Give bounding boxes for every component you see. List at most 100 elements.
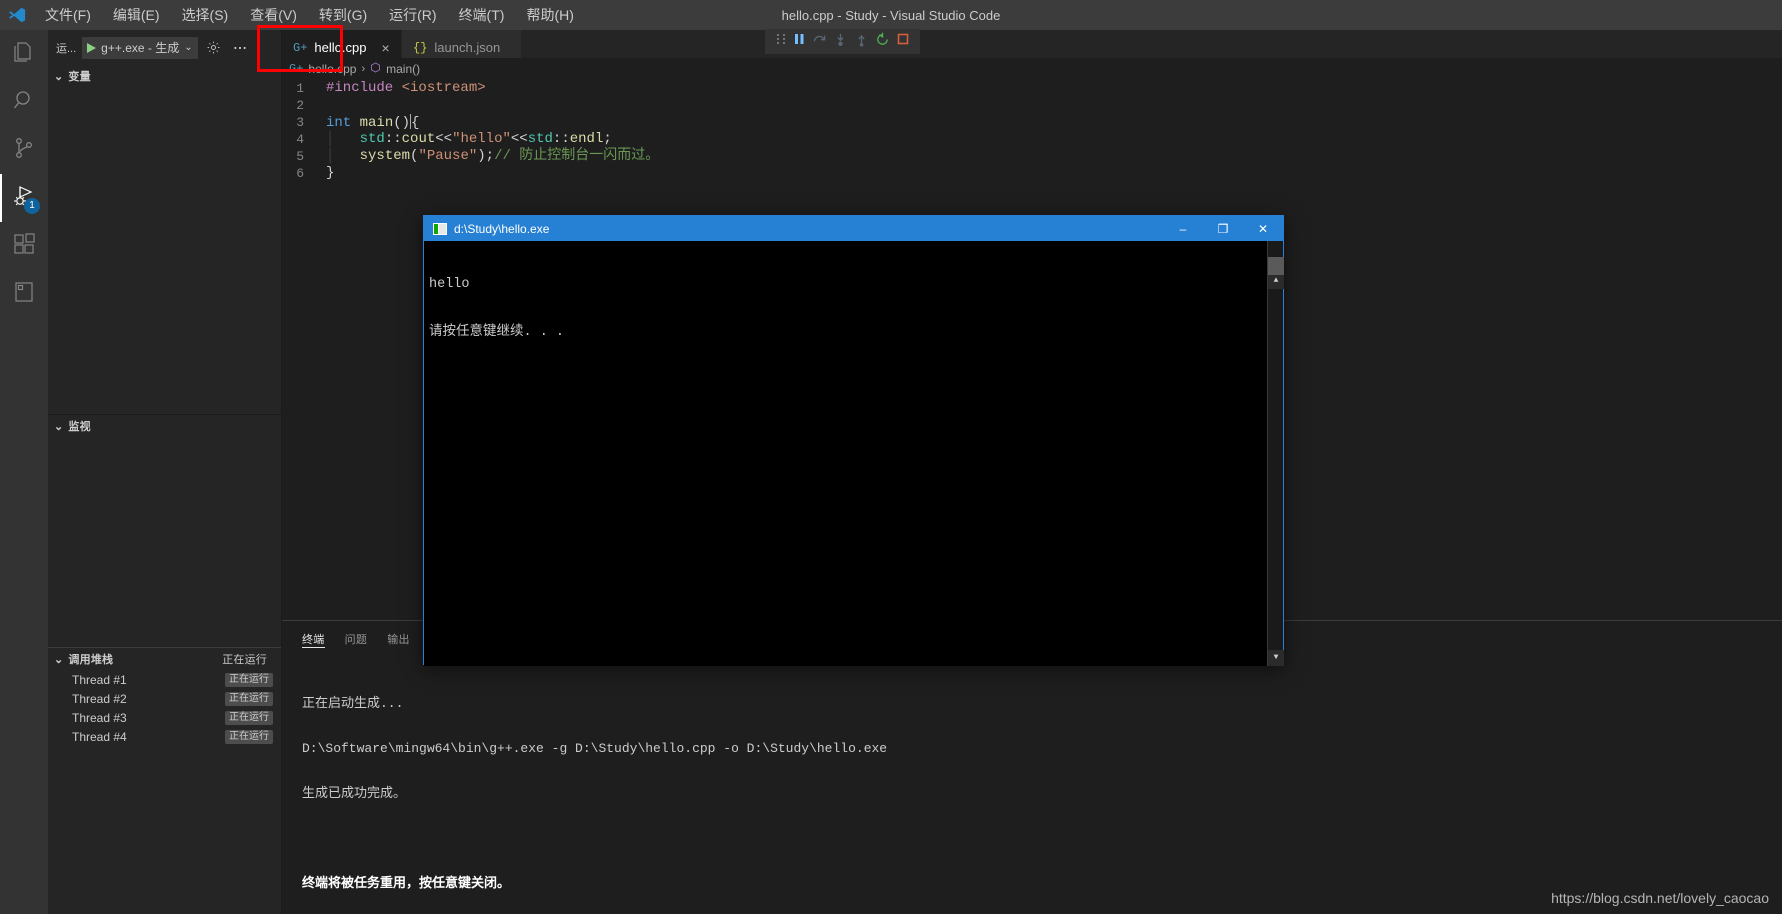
debug-floating-toolbar [765,29,920,54]
call-stack-header[interactable]: ⌄ 调用堆栈 正在运行 [48,648,281,670]
restart-icon[interactable] [875,32,890,52]
thread-state-badge: 正在运行 [225,691,273,706]
pause-icon[interactable] [792,32,806,51]
title-bar: 文件(F) 编辑(E) 选择(S) 查看(V) 转到(G) 运行(R) 终端(T… [0,0,1782,30]
activity-item-run-and-debug[interactable]: 1 [0,174,48,222]
code-line: 2 [282,97,1782,114]
debug-badge: 1 [24,198,40,214]
tab-label: hello.cpp [314,40,367,55]
chevron-down-icon[interactable]: ⌄ [54,420,63,433]
step-out-icon[interactable] [854,32,869,52]
line-number: 3 [296,115,304,130]
debug-sidebar: 运... g++.exe - 生成 ⌄ ⌄ 变量 ⌄ 监视 ⌄ 调用堆栈 正在运… [48,30,282,914]
terminal-line: 正在启动生成... [302,696,404,711]
close-icon[interactable]: ✕ [1243,216,1283,241]
cpp-file-icon: G+ [293,40,308,55]
breadcrumb: G+ hello.cpp › main() [282,58,1782,80]
console-app-icon [433,222,447,235]
code-line: 3 int main(){ [282,114,1782,131]
thread-row[interactable]: Thread #4 正在运行 [48,727,281,746]
variables-header[interactable]: ⌄ 变量 [48,65,281,87]
line-number: 1 [296,81,304,96]
line-content: │ std::cout<<"hello"<<std::endl; [326,131,612,147]
menu-help[interactable]: 帮助(H) [515,3,584,27]
scroll-down-icon[interactable]: ▼ [1268,650,1284,666]
breadcrumb-file[interactable]: hello.cpp [308,62,356,76]
line-number: 4 [296,132,304,147]
thread-row[interactable]: Thread #1 正在运行 [48,670,281,689]
thread-name: Thread #3 [72,710,127,725]
line-number: 6 [296,166,304,181]
chevron-down-icon[interactable]: ⌄ [184,42,192,53]
menu-view[interactable]: 查看(V) [239,3,308,27]
thread-state-badge: 正在运行 [225,672,273,687]
chevron-down-icon[interactable]: ⌄ [54,653,63,666]
console-title-text: d:\Study\hello.exe [454,221,550,236]
minimize-icon[interactable]: – [1163,216,1203,241]
json-file-icon: {} [413,40,428,55]
breadcrumb-symbol[interactable]: main() [386,62,420,76]
console-window-controls: – ❐ ✕ [1163,216,1283,241]
maximize-icon[interactable]: ❐ [1203,216,1243,241]
tab-terminal[interactable]: 终端 [302,621,325,656]
variables-title: 变量 [68,71,91,83]
activity-item-explorer[interactable] [0,30,48,78]
activity-bar: 1 [0,30,48,914]
menu-edit[interactable]: 编辑(E) [102,3,171,27]
code-line: 6 } [282,165,1782,182]
line-number: 5 [296,149,304,164]
thread-state-badge: 正在运行 [225,729,273,744]
thread-name: Thread #2 [72,691,127,706]
terminal-output[interactable]: 正在启动生成... D:\Software\mingw64\bin\g++.ex… [282,656,1782,914]
thread-row[interactable]: Thread #3 正在运行 [48,708,281,727]
debug-configuration-select[interactable]: g++.exe - 生成 ⌄ [82,36,198,59]
activity-item-source-control[interactable] [0,126,48,174]
menu-run[interactable]: 运行(R) [378,3,447,27]
thread-name: Thread #1 [72,672,127,687]
tab-output[interactable]: 输出 [387,621,410,656]
watch-header[interactable]: ⌄ 监视 [48,415,281,437]
console-title-bar[interactable]: d:\Study\hello.exe – ❐ ✕ [424,216,1283,241]
menu-go[interactable]: 转到(G) [308,3,378,27]
thread-row[interactable]: Thread #2 正在运行 [48,689,281,708]
close-icon[interactable]: × [381,41,389,55]
section-call-stack: ⌄ 调用堆栈 正在运行 Thread #1 正在运行 Thread #2 正在运… [48,647,281,746]
tab-label: launch.json [434,40,501,55]
console-output[interactable]: hello 请按任意键继续. . . ▲ ▼ [424,241,1284,666]
thread-state-badge: 正在运行 [225,710,273,725]
menu-file[interactable]: 文件(F) [34,3,102,27]
chevron-down-icon[interactable]: ⌄ [54,70,63,83]
line-content: │ system("Pause");// 防止控制台一闪而过。 [326,148,660,164]
step-over-icon[interactable] [812,32,827,52]
code-line: 5 │ system("Pause");// 防止控制台一闪而过。 [282,148,1782,165]
scroll-up-icon[interactable]: ▲ [1268,273,1284,289]
call-stack-state: 正在运行 [222,654,267,666]
activity-item-layout-panel[interactable] [0,270,48,318]
activity-item-extensions[interactable] [0,222,48,270]
stop-icon[interactable] [896,32,910,51]
menu-terminal[interactable]: 终端(T) [448,3,516,27]
console-scrollbar[interactable]: ▲ ▼ [1267,241,1284,666]
terminal-line: D:\Software\mingw64\bin\g++.exe -g D:\St… [302,741,888,756]
search-icon [12,88,36,117]
activity-item-search[interactable] [0,78,48,126]
debug-configuration-name: g++.exe - 生成 [101,41,180,55]
gear-icon[interactable] [204,37,224,59]
console-window[interactable]: d:\Study\hello.exe – ❐ ✕ hello 请按任意键继续. … [423,215,1284,666]
console-line: hello [429,277,470,292]
step-into-icon[interactable] [833,32,848,52]
tab-problems[interactable]: 问题 [345,621,368,656]
drag-grip-icon[interactable] [776,32,786,51]
files-explorer-icon [12,40,36,69]
code-line: 4 │ std::cout<<"hello"<<std::endl; [282,131,1782,148]
vscode-logo-icon [0,6,34,24]
more-actions-icon[interactable] [230,37,250,59]
thread-name: Thread #4 [72,729,127,744]
layout-panel-icon [12,280,36,309]
section-watch: ⌄ 监视 [48,414,281,437]
run-label: 运... [56,42,77,55]
play-icon[interactable] [87,42,97,53]
scrollbar-thumb[interactable] [1268,257,1284,275]
menu-selection[interactable]: 选择(S) [171,3,240,27]
